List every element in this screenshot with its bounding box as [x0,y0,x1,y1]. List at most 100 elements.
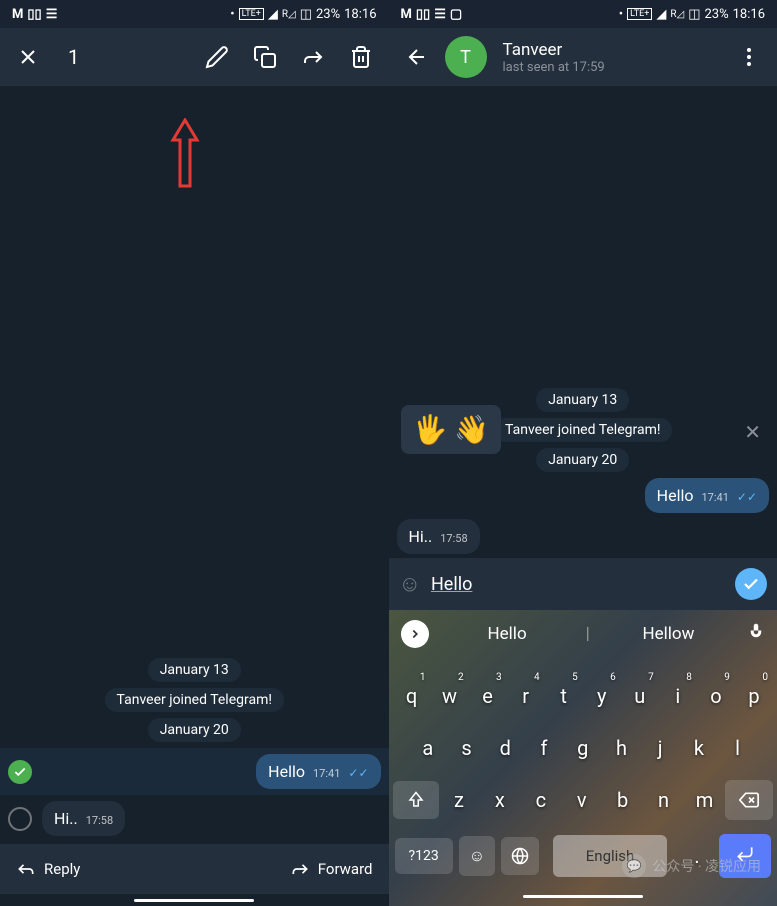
status-bar: M ▯▯ ☰ • LTE+ ◢ R◿ ◫ 23% 18:16 [0,0,389,28]
selection-checkbox-checked[interactable] [8,760,32,784]
outgoing-message[interactable]: Hello 17:41 ✓✓ [256,754,380,789]
key-k[interactable]: k [683,728,715,768]
selected-message-row[interactable]: Hello 17:41 ✓✓ [0,748,389,795]
key-j[interactable]: j [644,728,676,768]
key-b[interactable]: b [607,780,639,820]
key-f[interactable]: f [528,728,560,768]
key-p[interactable]: 0p [738,676,770,716]
suggestion-word[interactable]: Hellow [590,624,747,644]
signal-icon: R◿ [670,9,684,20]
keyboard-row: asdfghjkl [389,722,777,774]
key-w[interactable]: 2w [434,676,466,716]
keyboard-row: 1q2w3e4r5t6y7u8i9o0p [389,670,777,722]
selection-checkbox[interactable] [8,807,32,831]
key-q[interactable]: 1q [396,676,428,716]
key-r[interactable]: 4r [510,676,542,716]
key-s[interactable]: s [451,728,483,768]
reply-button[interactable]: Reply [16,859,80,879]
send-button[interactable] [735,568,767,600]
contact-avatar[interactable]: T [445,36,487,78]
status-icon: ▢ [450,7,462,22]
system-message: Tanveer joined Telegram! [105,688,284,712]
keyboard-suggestion-bar: Hello | Hellow [389,610,777,658]
status-icon: ☰ [46,7,58,22]
message-input[interactable]: Hello [431,574,725,595]
date-separator: January 13 [148,658,241,682]
message-row[interactable]: Hi.. 17:58 [8,801,381,836]
signal-icon: ◢ [268,7,278,22]
key-v[interactable]: v [566,780,598,820]
incoming-message[interactable]: Hi.. 17:58 [42,801,125,836]
forward-button[interactable] [293,37,333,77]
status-icon: ▯▯ [416,7,430,22]
key-h[interactable]: h [605,728,637,768]
annotation-arrow [165,118,205,194]
message-time: 17:58 [440,532,467,545]
close-selection-button[interactable] [8,37,48,77]
nav-handle[interactable] [0,894,389,906]
date-separator: January 20 [148,718,241,742]
back-button[interactable] [397,37,437,77]
delete-button[interactable] [341,37,381,77]
emoji-suggestions[interactable]: 🖐 👋 [413,413,490,446]
key-g[interactable]: g [567,728,599,768]
expand-suggestions-button[interactable] [401,620,429,648]
selection-header: 1 [0,28,389,86]
emoji-suggestion-popup[interactable]: 🖐 👋 [401,405,502,454]
copy-button[interactable] [245,37,285,77]
forward-button[interactable]: Forward [290,859,373,879]
mic-button[interactable] [747,623,765,646]
outgoing-message[interactable]: Hello 17:41 ✓✓ [645,478,769,513]
signal-icon: ◢ [656,7,666,22]
right-phone-screen: M ▯▯ ☰ ▢ • LTE+ ◢ R◿ ◫ 23% 18:16 T Tanve… [389,0,777,906]
key-i[interactable]: 8i [662,676,694,716]
key-c[interactable]: c [525,780,557,820]
selection-count: 1 [56,45,79,69]
emoji-picker-button[interactable]: ☺ [399,571,421,597]
emoji-key[interactable]: ☺ [459,836,495,876]
key-z[interactable]: z [443,780,475,820]
key-t[interactable]: 5t [548,676,580,716]
date-separator: January 13 [536,388,629,412]
network-icon: LTE+ [627,8,652,20]
key-y[interactable]: 6y [586,676,618,716]
suggestion-word[interactable]: Hello [429,624,586,644]
key-m[interactable]: m [688,780,720,820]
edit-button[interactable] [197,37,237,77]
chat-area[interactable]: January 13 Tanveer joined Telegram! Janu… [389,86,777,558]
key-o[interactable]: 9o [700,676,732,716]
more-options-button[interactable] [729,37,769,77]
message-time: 17:41 [313,767,340,780]
symbols-key[interactable]: ?123 [395,838,453,874]
contact-info[interactable]: Tanveer last seen at 17:59 [495,40,605,75]
avatar-letter: T [460,47,471,68]
key-d[interactable]: d [489,728,521,768]
key-u[interactable]: 7u [624,676,656,716]
status-icon: M [401,7,412,22]
nav-handle[interactable] [389,886,777,906]
close-suggestion-button[interactable]: ✕ [744,420,761,444]
message-text: Hi.. [54,809,78,828]
language-key[interactable] [501,837,539,875]
chat-area[interactable]: January 13 Tanveer joined Telegram! Janu… [0,86,389,844]
key-a[interactable]: a [412,728,444,768]
status-bar: M ▯▯ ☰ ▢ • LTE+ ◢ R◿ ◫ 23% 18:16 [389,0,777,28]
key-x[interactable]: x [484,780,516,820]
bottom-action-bar: Reply Forward [0,844,389,894]
keyboard-row [389,658,777,670]
contact-status: last seen at 17:59 [503,60,605,75]
forward-label: Forward [318,860,373,878]
message-time: 17:58 [86,814,113,827]
key-e[interactable]: 3e [472,676,504,716]
shift-key[interactable] [393,781,439,819]
status-icon: M [12,7,23,22]
wechat-icon: 💬 [622,854,646,878]
backspace-key[interactable] [725,780,773,820]
message-text: Hello [268,762,305,781]
battery-percent: 23% [704,7,728,22]
key-n[interactable]: n [648,780,680,820]
signal-icon: R◿ [282,9,296,20]
battery-icon: ◫ [300,7,312,22]
incoming-message[interactable]: Hi.. 17:58 [397,519,480,554]
key-l[interactable]: l [722,728,754,768]
